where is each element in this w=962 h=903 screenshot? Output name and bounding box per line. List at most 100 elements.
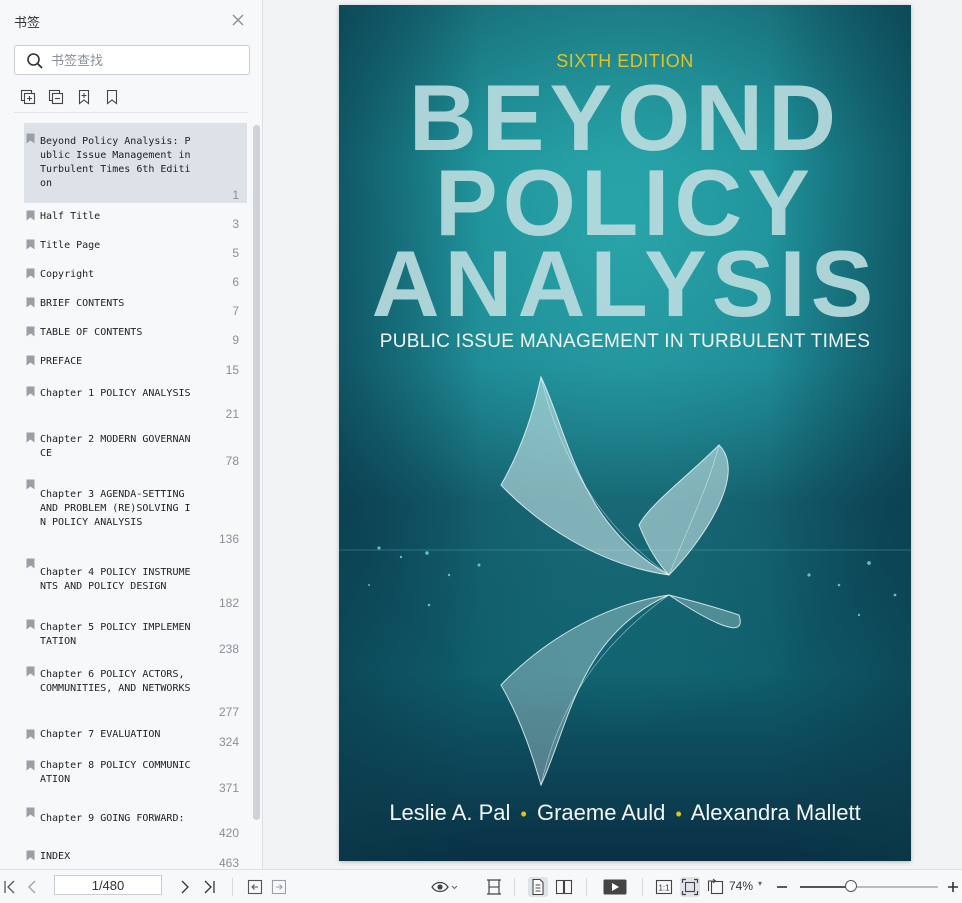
- fit-page-icon[interactable]: [680, 877, 700, 897]
- bookmark-page: 7: [232, 304, 239, 318]
- back-view-icon[interactable]: [246, 877, 266, 897]
- bookmark-label: Chapter 2 MODERN GOVERNANCE: [40, 434, 191, 459]
- first-page-icon[interactable]: [2, 877, 22, 897]
- bookmark-flag-icon: [26, 133, 35, 144]
- bookmark-item[interactable]: BRIEF CONTENTS 7: [24, 296, 247, 320]
- bookmark-flag-icon: [26, 850, 35, 861]
- zoom-level[interactable]: 74%: [729, 879, 753, 893]
- svg-text:1:1: 1:1: [658, 884, 670, 893]
- bookmark-item[interactable]: Half Title 3: [24, 209, 247, 233]
- bookmark-item[interactable]: Chapter 1 POLICY ANALYSIS 21: [24, 385, 247, 423]
- fit-width-icon[interactable]: [484, 877, 504, 897]
- forward-view-icon[interactable]: [270, 877, 290, 897]
- bookmark-label: BRIEF CONTENTS: [40, 298, 125, 309]
- bookmark-search-input[interactable]: [51, 50, 241, 70]
- bookmark-page: 15: [225, 363, 239, 377]
- bookmark-label: Chapter 3 AGENDA-SETTING AND PROBLEM (RE…: [40, 489, 191, 528]
- scrollbar-thumb[interactable]: [253, 125, 260, 820]
- two-page-icon[interactable]: [554, 877, 574, 897]
- bookmark-label: Chapter 5 POLICY IMPLEMENTATION: [40, 622, 191, 647]
- actual-size-icon[interactable]: 1:1: [654, 877, 674, 897]
- bookmark-flag-icon: [26, 432, 35, 443]
- bookmark-item[interactable]: PREFACE 15: [24, 354, 247, 380]
- bookmark-flag-icon: [26, 210, 35, 221]
- bookmark-flag-icon: [26, 479, 35, 490]
- bookmark-item[interactable]: Copyright 6: [24, 267, 247, 291]
- bookmark-page: 5: [232, 246, 239, 260]
- bookmark-item[interactable]: Chapter 9 GOING FORWARD: 420: [24, 806, 247, 842]
- bookmark-page: 3: [232, 217, 239, 231]
- bookmark-label: Title Page: [40, 240, 101, 251]
- rotate-icon[interactable]: [706, 877, 726, 897]
- cover-page: SIXTH EDITION BEYOND POLICY ANALYSIS PUB…: [339, 5, 911, 861]
- bookmark-flag-icon: [26, 558, 35, 569]
- bookmark-icon[interactable]: [102, 87, 122, 107]
- bookmark-label: Chapter 1 POLICY ANALYSIS: [40, 388, 191, 399]
- bookmark-page: 238: [218, 642, 239, 656]
- bookmark-scrollbar[interactable]: [253, 125, 260, 820]
- eye-protection-icon[interactable]: [430, 877, 458, 897]
- bookmark-item[interactable]: INDEX 463: [24, 848, 247, 868]
- search-icon: [26, 52, 44, 70]
- bookmark-flag-icon: [26, 666, 35, 677]
- zoom-in-icon[interactable]: [944, 877, 962, 897]
- bookmark-item[interactable]: Chapter 6 POLICY ACTORS, COMMUNITIES, AN…: [24, 665, 247, 721]
- document-viewer: SIXTH EDITION BEYOND POLICY ANALYSIS PUB…: [263, 0, 962, 869]
- zoom-slider-knob[interactable]: [845, 880, 858, 892]
- bookmark-label: Beyond Policy Analysis: Public Issue Man…: [40, 136, 197, 189]
- zoom-out-icon[interactable]: [773, 877, 793, 897]
- bookmark-item[interactable]: Chapter 4 POLICY INSTRUMENTS AND POLICY …: [24, 557, 247, 610]
- cover-authors: Leslie A. Pal • Graeme Auld • Alexandra …: [339, 800, 911, 826]
- cover-subtitle: PUBLIC ISSUE MANAGEMENT IN TURBULENT TIM…: [379, 331, 871, 352]
- bookmark-page: 6: [232, 275, 239, 289]
- bookmark-page: 420: [218, 826, 239, 840]
- author-name: Alexandra Mallett: [690, 800, 861, 825]
- bookmark-flag-icon: [26, 807, 35, 818]
- bookmark-page: 463: [218, 856, 239, 868]
- bookmark-flag-icon: [26, 297, 35, 308]
- bookmark-label: Half Title: [40, 211, 101, 222]
- bookmark-page: 9: [232, 333, 239, 347]
- bookmark-item[interactable]: Chapter 5 POLICY IMPLEMENTATION 238: [24, 618, 247, 658]
- page-number-input[interactable]: [54, 875, 162, 895]
- author-name: Leslie A. Pal: [389, 800, 511, 825]
- chevron-down-icon[interactable]: ▾: [758, 879, 762, 888]
- bookmark-item[interactable]: TABLE OF CONTENTS 9: [24, 325, 247, 349]
- next-page-icon[interactable]: [177, 877, 197, 897]
- author-name: Graeme Auld: [536, 800, 666, 825]
- close-icon[interactable]: [229, 11, 247, 29]
- divider: [514, 878, 515, 896]
- bookmark-page: 371: [218, 781, 239, 795]
- bookmark-flag-icon: [26, 355, 35, 366]
- bookmark-sidebar: 书签 Beyond Policy Analysis: Public Issue …: [0, 0, 263, 869]
- bookmark-item[interactable]: Chapter 8 POLICY COMMUNICATION 371: [24, 758, 247, 798]
- play-icon[interactable]: [602, 877, 628, 897]
- bookmark-item[interactable]: Chapter 7 EVALUATION 324: [24, 727, 247, 753]
- bookmark-search: [14, 45, 250, 75]
- bookmark-item[interactable]: Chapter 3 AGENDA-SETTING AND PROBLEM (RE…: [24, 478, 247, 548]
- add-bookmark-icon[interactable]: [74, 87, 94, 107]
- zoom-slider[interactable]: [800, 886, 938, 888]
- collapse-all-icon[interactable]: [46, 87, 66, 107]
- bookmark-label: Chapter 6 POLICY ACTORS, COMMUNITIES, AN…: [40, 669, 191, 694]
- bookmark-label: Copyright: [40, 269, 95, 280]
- bookmark-flag-icon: [26, 619, 35, 630]
- sidebar-title: 书签: [14, 15, 41, 30]
- cover-title-line3: ANALYSIS: [371, 231, 879, 336]
- bookmark-item[interactable]: Chapter 2 MODERN GOVERNANCE 78: [24, 431, 247, 471]
- bookmark-item[interactable]: Title Page 5: [24, 238, 247, 262]
- zoom-slider-fill: [800, 886, 852, 888]
- bottom-toolbar: 1:1 74% ▾: [0, 869, 962, 903]
- bookmark-flag-icon: [26, 268, 35, 279]
- single-page-icon[interactable]: [528, 877, 548, 897]
- bookmark-flag-icon: [26, 239, 35, 250]
- expand-all-icon[interactable]: [18, 87, 38, 107]
- bookmark-page: 1: [232, 188, 239, 202]
- bookmark-page: 21: [225, 407, 239, 421]
- bookmark-label: PREFACE: [40, 356, 83, 367]
- bookmark-flag-icon: [26, 729, 35, 740]
- previous-page-icon[interactable]: [24, 877, 44, 897]
- bookmark-item[interactable]: Beyond Policy Analysis: Public Issue Man…: [24, 123, 247, 203]
- author-separator: •: [675, 804, 682, 824]
- last-page-icon[interactable]: [201, 877, 221, 897]
